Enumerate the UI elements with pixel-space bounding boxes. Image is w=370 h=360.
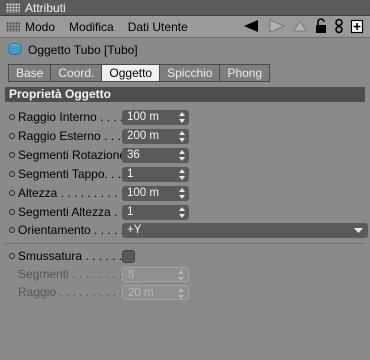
property-label: Segmenti . . . . . . . . xyxy=(18,267,122,281)
drag-grip-icon[interactable] xyxy=(6,2,20,13)
tab-spicchio[interactable]: Spicchio xyxy=(159,64,220,82)
menu-modo[interactable]: Modo xyxy=(25,20,55,34)
chevron-down-icon xyxy=(354,227,363,233)
segmenti-tappo-input[interactable]: 1 xyxy=(122,166,189,182)
back-arrow-icon[interactable] xyxy=(242,18,262,34)
animation-dot-icon[interactable] xyxy=(9,209,15,215)
property-row-raggio-interno: Raggio Interno . . . . 100 m xyxy=(9,109,189,125)
segmenti-smussatura-input: 8 xyxy=(122,266,189,282)
smussatura-checkbox[interactable] xyxy=(122,249,135,263)
tab-base[interactable]: Base xyxy=(8,64,51,82)
stepper-icon xyxy=(178,269,184,281)
animation-dot-icon[interactable] xyxy=(9,114,15,120)
property-row-smussatura: Smussatura . . . . . . xyxy=(9,248,135,264)
menu-modifica[interactable]: Modifica xyxy=(69,20,114,34)
property-label: Smussatura . . . . . . xyxy=(18,249,122,263)
stepper-icon[interactable] xyxy=(179,206,185,218)
property-label: Segmenti Tappo. . . xyxy=(18,167,122,181)
property-label: Altezza . . . . . . . . . xyxy=(18,186,118,200)
animation-dot-icon[interactable] xyxy=(9,253,15,259)
raggio-esterno-input[interactable]: 200 m xyxy=(122,128,189,144)
animation-dot-icon[interactable] xyxy=(9,133,15,139)
attribute-tabs: Base Coord. Oggetto Spicchio Phong xyxy=(8,64,271,82)
stepper-icon[interactable] xyxy=(179,168,185,180)
property-row-segmenti-rotazione: Segmenti Rotazione 36 xyxy=(9,147,189,163)
window-title-bar[interactable]: Attributi xyxy=(0,0,370,16)
divider xyxy=(5,243,365,244)
tube-object-icon xyxy=(8,42,22,59)
property-label: Raggio . . . . . . . . . xyxy=(18,285,117,299)
raggio-interno-input[interactable]: 100 m xyxy=(122,109,189,125)
drag-grip-icon[interactable] xyxy=(6,21,20,32)
window-title: Attributi xyxy=(25,0,66,15)
new-window-icon[interactable] xyxy=(350,18,364,34)
object-name: Oggetto Tubo [Tubo] xyxy=(28,43,138,57)
segmenti-rotazione-input[interactable]: 36 xyxy=(122,147,189,163)
stepper-icon[interactable] xyxy=(179,149,185,161)
property-label: Raggio Esterno . . . xyxy=(18,129,121,143)
stepper-icon[interactable] xyxy=(179,187,185,199)
altezza-input[interactable]: 100 m xyxy=(122,185,189,201)
animation-dot-icon[interactable] xyxy=(9,171,15,177)
orientamento-select[interactable]: +Y xyxy=(122,222,368,238)
stepper-icon xyxy=(178,287,184,299)
animation-dot-icon[interactable] xyxy=(9,152,15,158)
animation-dot-icon[interactable] xyxy=(9,227,15,233)
tab-phong[interactable]: Phong xyxy=(219,64,271,82)
property-row-altezza: Altezza . . . . . . . . . 100 m xyxy=(9,185,189,201)
property-row-segmenti-altezza: Segmenti Altezza . . 1 xyxy=(9,204,189,220)
menu-dati-utente[interactable]: Dati Utente xyxy=(128,20,188,34)
raggio-smussatura-input: 20 m xyxy=(122,284,189,300)
up-arrow-icon[interactable] xyxy=(290,18,310,34)
property-label: Raggio Interno . . . . xyxy=(18,110,122,124)
property-row-segmenti-tappo: Segmenti Tappo. . . 1 xyxy=(9,166,189,182)
stepper-icon[interactable] xyxy=(179,111,185,123)
property-row-segmenti-smussatura: Segmenti . . . . . . . . 8 xyxy=(9,266,189,282)
property-label: Orientamento . . . . . xyxy=(18,223,122,237)
tab-coord[interactable]: Coord. xyxy=(50,64,102,82)
property-label: Segmenti Altezza . . xyxy=(18,205,122,219)
segmenti-altezza-input[interactable]: 1 xyxy=(122,204,189,220)
section-header[interactable]: Proprietà Oggetto xyxy=(5,87,365,102)
lock-icon[interactable] xyxy=(314,18,328,34)
animation-dot-icon[interactable] xyxy=(9,190,15,196)
menu-bar: Modo Modifica Dati Utente xyxy=(0,16,370,38)
property-label: Segmenti Rotazione xyxy=(18,148,122,162)
object-header: Oggetto Tubo [Tubo] xyxy=(8,42,138,58)
property-row-raggio-smussatura: Raggio . . . . . . . . . 20 m xyxy=(9,284,189,300)
stepper-icon[interactable] xyxy=(179,130,185,142)
property-row-orientamento: Orientamento . . . . . +Y xyxy=(9,222,368,238)
property-row-raggio-esterno: Raggio Esterno . . . 200 m xyxy=(9,128,189,144)
tab-oggetto[interactable]: Oggetto xyxy=(101,64,160,82)
forward-arrow-icon[interactable] xyxy=(266,18,286,34)
link-icon[interactable] xyxy=(332,18,346,34)
